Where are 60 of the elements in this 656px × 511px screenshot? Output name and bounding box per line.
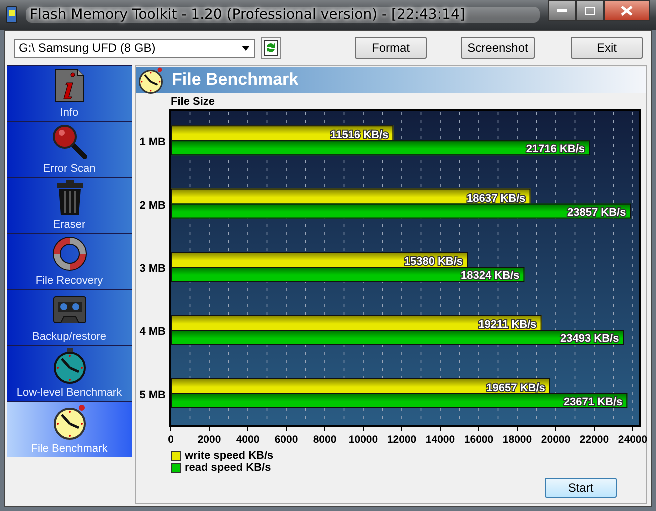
category-label: 4 MB [140,326,166,338]
caret-icon [242,46,250,50]
stopwatch-icon [52,348,86,384]
trash-bin-icon [56,180,84,216]
minimize-icon [557,8,567,12]
tick-label: 14000 [426,434,456,446]
axis-title: File Size [171,96,216,108]
bar-value-label: 23857 KB/s [568,206,626,219]
cassette-icon [52,296,86,324]
bar-value-label: 23493 KB/s [560,333,620,346]
refresh-button[interactable] [260,37,281,59]
bar-value-label: 18637 KB/s [467,192,526,205]
bar-value-label: 19211 KB/s [478,319,537,332]
maximize-icon [585,6,595,14]
category-label: 3 MB [140,263,166,275]
sidebar-item[interactable]: Backup/restore [7,290,132,345]
category-label: 1 MB [140,136,166,149]
bar-value-label: 11516 KB/s [330,130,389,142]
sidebar-item[interactable]: Info [7,66,132,121]
sidebar-item[interactable]: File Recovery [7,234,132,289]
maximize-button[interactable] [576,0,604,21]
close-icon [621,6,633,16]
tick-label: 18000 [502,434,532,446]
stopwatch-icon [138,66,164,94]
minimize-button[interactable] [548,0,576,21]
magnifier-icon [52,124,88,160]
bar-value-label: 19657 KB/s [486,382,546,394]
legend-label: read speed KB/s [185,462,272,474]
sidebar-item[interactable]: Low-level Benchmark [7,346,132,401]
start-button[interactable]: Start [545,478,617,498]
tick-label: 8000 [313,434,337,446]
bar-value-label: 21716 KB/s [526,144,586,156]
sidebar-item[interactable]: Eraser [7,178,132,233]
tick-label: 10000 [348,434,378,446]
bar-value-label: 18324 KB/s [461,270,520,282]
app-icon [6,6,18,24]
toolbar-button[interactable]: Screenshot [461,37,535,59]
category-label: 2 MB [140,200,166,212]
toolbar-button[interactable]: Format [355,37,427,59]
tick-label: 12000 [387,434,417,446]
sidebar-item[interactable]: Error Scan [7,122,132,177]
stopwatch-icon [52,404,86,440]
lifebuoy-icon [52,236,86,270]
tick-label: 20000 [541,434,571,446]
tick-label: 16000 [464,434,494,446]
toolbar-button[interactable]: Exit [571,37,643,59]
category-label: 5 MB [140,389,166,402]
info-icon [54,68,84,102]
drive-dropdown[interactable]: G:\ Samsung UFD (8 GB) [14,38,255,58]
bar-value-label: 23671 KB/s [564,396,623,408]
tick-label: 0 [168,434,174,446]
tick-label: 2000 [198,434,222,446]
legend-label: write speed KB/s [185,450,274,462]
tick-label: 22000 [580,434,610,446]
tick-label: 4000 [236,434,260,446]
tick-label: 6000 [274,434,298,446]
bar-value-label: 15380 KB/s [404,256,464,268]
close-button[interactable] [604,0,650,21]
panel-title: File Benchmark [172,70,299,90]
tick-label: 24000 [618,434,648,446]
